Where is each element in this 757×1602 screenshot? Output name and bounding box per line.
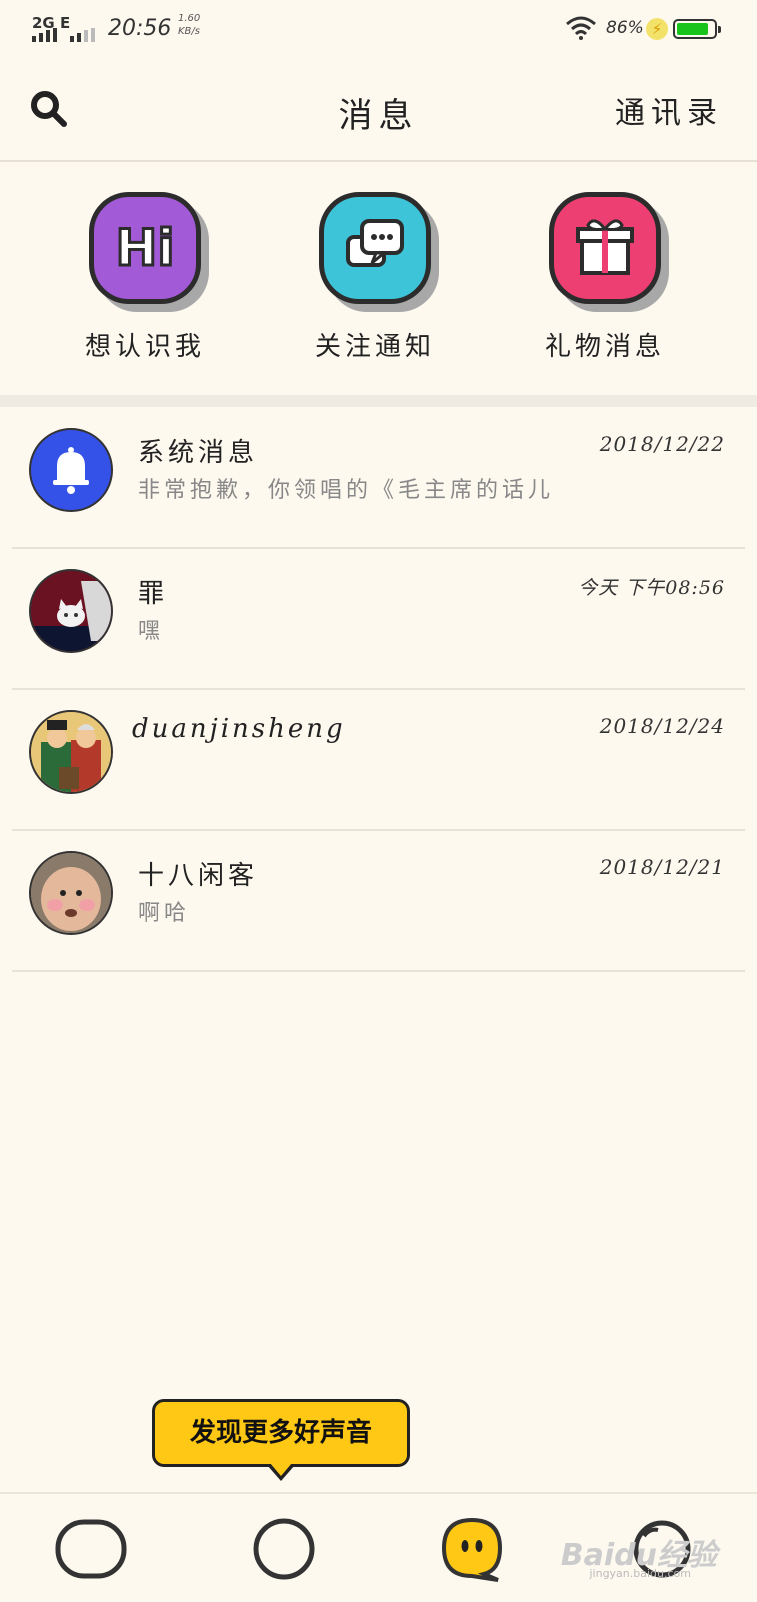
painting-photo [29, 710, 113, 794]
message-list: 系统消息 2018/12/22 非常抱歉，你领唱的《毛主席的话儿 罪 今天 下午… [0, 408, 757, 972]
chat-bubbles-icon [319, 192, 431, 304]
section-divider [0, 395, 757, 407]
hi-icon: Hi [89, 192, 201, 304]
battery-fill [677, 23, 708, 35]
signal-2-icon [70, 28, 95, 42]
messages-tab-icon[interactable] [432, 1514, 512, 1584]
face-photo [29, 851, 113, 935]
message-row-system[interactable]: 系统消息 2018/12/22 非常抱歉，你领唱的《毛主席的话儿 [12, 408, 745, 549]
message-preview: 啊哈 [138, 901, 191, 926]
tooltip-text: 发现更多好声音 [189, 1418, 372, 1448]
discover-tooltip[interactable]: 发现更多好声音 [152, 1399, 410, 1481]
message-preview: 嘿 [138, 619, 165, 644]
quick-action-label: 关注通知 [314, 332, 435, 362]
message-date: 2018/12/24 [599, 714, 725, 738]
gift-icon [549, 192, 661, 304]
svg-text:Hi: Hi [116, 219, 175, 277]
message-sender: 十八闲客 [138, 861, 259, 891]
message-row[interactable]: 罪 今天 下午08:56 嘿 [12, 549, 745, 690]
signal-icon [32, 28, 57, 42]
quick-actions: Hi 想认识我 关注通知 礼物消息 [0, 162, 757, 392]
message-date: 2018/12/22 [599, 432, 725, 456]
contacts-button[interactable]: 通讯录 [615, 88, 723, 132]
clock: 20:56 [108, 16, 172, 41]
discover-tab-icon[interactable] [244, 1514, 324, 1584]
network-speed: 1.60 KB/s [178, 13, 201, 37]
quick-action-gift-messages[interactable]: 礼物消息 [520, 192, 690, 363]
quick-action-label: 想认识我 [84, 332, 205, 362]
battery-icon [673, 19, 721, 39]
quick-action-know-me[interactable]: Hi 想认识我 [60, 192, 230, 363]
app-header: 消息 通讯录 [0, 58, 757, 162]
wifi-icon [566, 16, 596, 40]
message-sender: 罪 [138, 579, 169, 609]
battery-percent: 86% [606, 18, 644, 38]
message-sender: duanjinsheng [132, 714, 346, 744]
message-row[interactable]: duanjinsheng 2018/12/24 [12, 690, 745, 831]
quick-action-label: 礼物消息 [544, 332, 665, 362]
charging-icon: ⚡ [646, 18, 668, 40]
quick-action-follow-notice[interactable]: 关注通知 [290, 192, 460, 363]
message-preview: 非常抱歉，你领唱的《毛主席的话儿 [138, 478, 555, 503]
status-bar: 2G E 20:56 1.60 KB/s 86% ⚡ [0, 0, 757, 58]
kitten-photo [29, 569, 113, 653]
message-sender: 系统消息 [138, 438, 259, 468]
message-row[interactable]: 十八闲客 2018/12/21 啊哈 [12, 831, 745, 972]
bell-icon [29, 428, 113, 512]
message-date: 今天 下午08:56 [578, 577, 725, 599]
watermark-url: jingyan.baidu.com [589, 1567, 691, 1580]
home-tab-icon[interactable] [52, 1514, 132, 1584]
message-date: 2018/12/21 [599, 855, 725, 879]
